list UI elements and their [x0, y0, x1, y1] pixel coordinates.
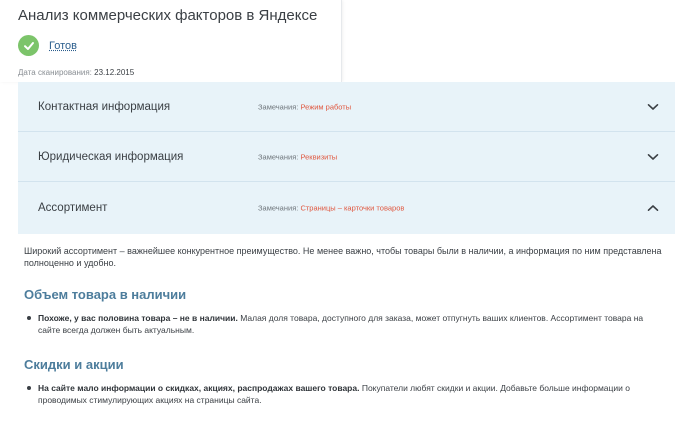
accordion-item-label: Контактная информация — [38, 100, 171, 113]
section-title: Объем товара в наличии — [24, 287, 187, 302]
accordion: Контактная информация Замечания: Режим р… — [18, 82, 675, 234]
accordion-item-label: Ассортимент — [38, 202, 108, 214]
status-link[interactable]: Готов — [49, 40, 77, 52]
status-row: Готов — [18, 35, 77, 56]
chevron-down-icon[interactable] — [647, 103, 659, 111]
list-item: На сайте мало информации о скидках, акци… — [24, 382, 664, 406]
section-title: Скидки и акции — [24, 357, 124, 372]
notes-label: Замечания: — [258, 152, 299, 161]
scan-date-value: 23.12.2015 — [94, 68, 135, 77]
notes-value: Реквизиты — [300, 152, 338, 161]
page-title: Анализ коммерческих факторов в Яндексе — [18, 7, 318, 24]
notes-value: Режим работы — [300, 102, 352, 111]
chevron-up-icon[interactable] — [647, 204, 659, 212]
accordion-item-notes: Замечания: Страницы – карточки товаров — [258, 204, 404, 213]
accordion-item-label: Юридическая информация — [38, 150, 184, 163]
check-circle-icon — [18, 35, 39, 56]
accordion-item-notes: Замечания: Реквизиты — [258, 152, 337, 161]
page: Анализ коммерческих факторов в Яндексе Г… — [0, 0, 685, 441]
bullet-bold-text: Похоже, у вас половина товара – не в нал… — [38, 313, 238, 323]
chevron-down-icon[interactable] — [647, 153, 659, 161]
report-header: Анализ коммерческих факторов в Яндексе Г… — [0, 0, 342, 82]
accordion-item-assortment[interactable]: Ассортимент Замечания: Страницы – карточ… — [18, 182, 675, 234]
notes-label: Замечания: — [258, 102, 299, 111]
list-item: Похоже, у вас половина товара – не в нал… — [24, 312, 664, 336]
assortment-panel: Широкий ассортимент – важнейшее конкурен… — [24, 245, 664, 406]
intro-text: Широкий ассортимент – важнейшее конкурен… — [24, 246, 662, 268]
scan-date: Дата сканирования: 23.12.2015 — [18, 68, 134, 77]
scan-date-label: Дата сканирования: — [18, 68, 92, 77]
accordion-item-legal[interactable]: Юридическая информация Замечания: Реквиз… — [18, 132, 675, 182]
notes-value: Страницы – карточки товаров — [300, 203, 405, 213]
notes-label: Замечания: — [258, 203, 299, 213]
bullet-bold-text: На сайте мало информации о скидках, акци… — [38, 383, 360, 393]
accordion-item-contacts[interactable]: Контактная информация Замечания: Режим р… — [18, 82, 675, 132]
accordion-item-notes: Замечания: Режим работы — [258, 102, 351, 111]
